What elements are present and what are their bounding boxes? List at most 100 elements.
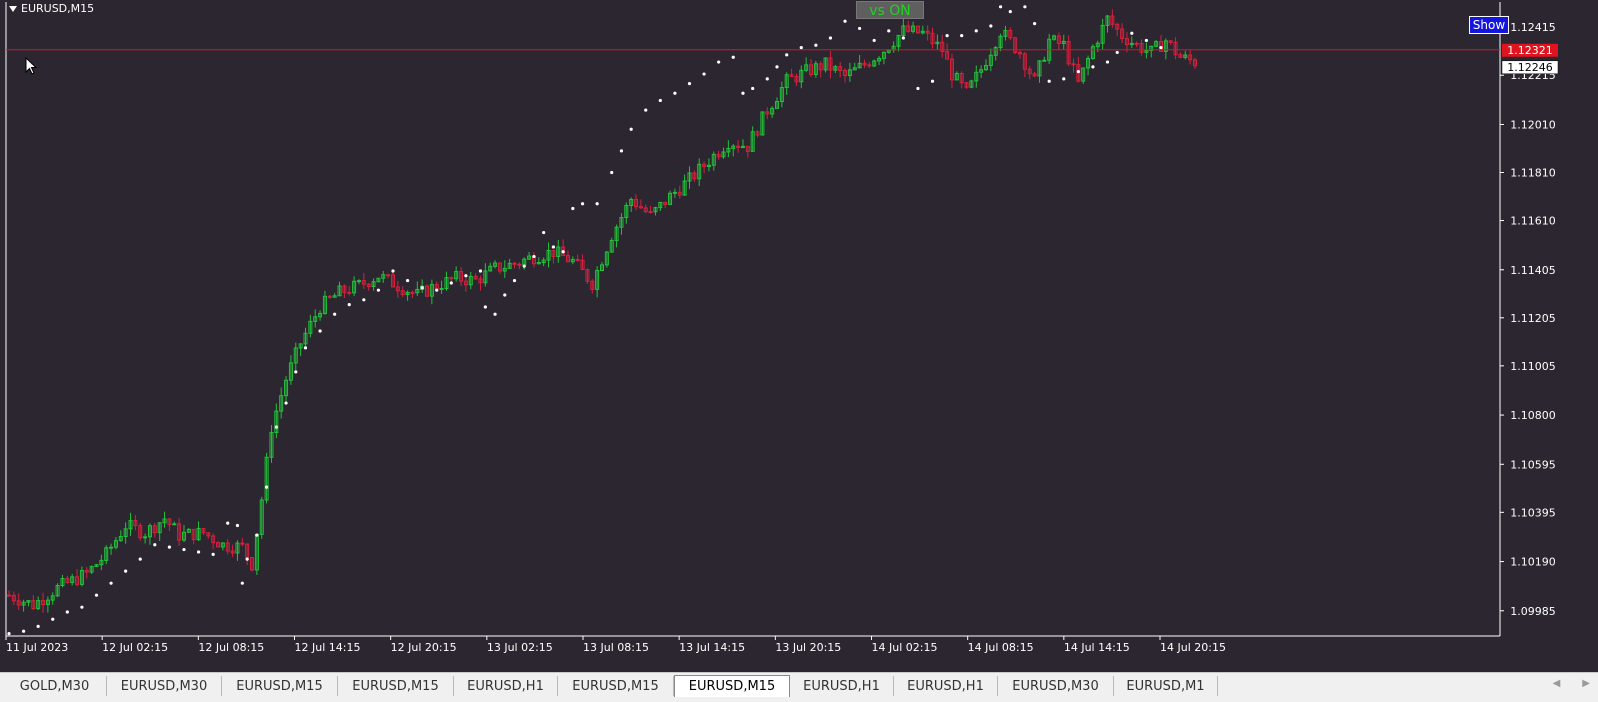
sar-dot bbox=[294, 370, 298, 374]
second-price-text: 1.12246 bbox=[1507, 61, 1553, 74]
sar-dot bbox=[673, 91, 677, 95]
sar-dot bbox=[7, 631, 11, 636]
price-chart[interactable]: 1.124151.122151.120101.118101.116101.114… bbox=[0, 0, 1598, 672]
sar-dot bbox=[512, 278, 517, 283]
sar-dot bbox=[741, 91, 745, 95]
candle-body bbox=[356, 280, 361, 283]
tab-eurusd-m1[interactable]: EURUSD,M1 bbox=[1114, 676, 1218, 696]
candle-body bbox=[347, 291, 352, 294]
y-tick-label: 1.10595 bbox=[1510, 458, 1556, 471]
candle-body bbox=[672, 191, 677, 194]
sar-dot bbox=[1008, 10, 1012, 14]
sar-dot bbox=[561, 250, 565, 254]
sar-dot bbox=[1130, 31, 1134, 35]
sar-dot bbox=[274, 425, 278, 429]
candle-body bbox=[575, 258, 580, 261]
tab-eurusd-m15[interactable]: EURUSD,M15 bbox=[222, 676, 338, 696]
y-tick-label: 1.12010 bbox=[1510, 118, 1556, 131]
sar-dot bbox=[644, 108, 648, 112]
x-tick-label: 13 Jul 20:15 bbox=[775, 641, 841, 654]
sar-dot bbox=[1159, 46, 1163, 50]
sar-dot bbox=[36, 624, 40, 628]
sar-dot bbox=[94, 593, 99, 597]
x-tick-label: 12 Jul 08:15 bbox=[198, 641, 264, 654]
y-tick-label: 1.10800 bbox=[1510, 409, 1556, 422]
sar-dot bbox=[702, 72, 706, 76]
sar-dot bbox=[226, 521, 230, 525]
sar-dot bbox=[235, 523, 240, 528]
sar-dot bbox=[775, 65, 779, 69]
sar-dot bbox=[196, 550, 201, 554]
tab-eurusd-m15[interactable]: EURUSD,M15 bbox=[338, 676, 454, 696]
y-tick-label: 1.11810 bbox=[1510, 167, 1556, 180]
sar-dot bbox=[1047, 79, 1051, 83]
sar-dot bbox=[930, 79, 935, 83]
x-tick-label: 14 Jul 08:15 bbox=[968, 641, 1034, 654]
tab-eurusd-h1[interactable]: EURUSD,H1 bbox=[790, 676, 894, 696]
vs-status-badge[interactable]: vs ON bbox=[856, 1, 924, 19]
candle-body bbox=[240, 542, 245, 545]
sar-dot bbox=[687, 82, 692, 86]
candle-body bbox=[439, 287, 444, 290]
sar-dot bbox=[449, 281, 453, 285]
sar-dot bbox=[658, 98, 662, 103]
tab-eurusd-m30[interactable]: EURUSD,M30 bbox=[107, 676, 222, 696]
tab-eurusd-m15[interactable]: EURUSD,M15 bbox=[558, 676, 674, 696]
candle-body bbox=[327, 295, 332, 298]
sar-dot bbox=[765, 77, 769, 81]
sar-dot bbox=[51, 617, 55, 621]
y-tick-label: 1.11205 bbox=[1510, 312, 1556, 325]
tab-scroll-right-icon[interactable]: ▶ bbox=[1582, 678, 1590, 689]
x-tick-label: 14 Jul 02:15 bbox=[872, 641, 938, 654]
sar-dot bbox=[362, 298, 366, 302]
sar-dot bbox=[483, 305, 487, 309]
chart-area[interactable]: 1.12415 1.12215 1.12010 1.11810 1.11610 1.114… bbox=[0, 0, 1598, 672]
tab-eurusd-h1[interactable]: EURUSD,H1 bbox=[454, 676, 558, 696]
sar-dot bbox=[478, 269, 483, 273]
sar-dot bbox=[21, 629, 26, 633]
tab-gold-m30[interactable]: GOLD,M30 bbox=[3, 676, 107, 696]
symbol-label[interactable]: EURUSD,M15 bbox=[9, 2, 94, 15]
sar-dot bbox=[901, 36, 905, 40]
sar-dot bbox=[571, 206, 575, 211]
chart-tabs-bar: GOLD,M30 EURUSD,M30 EURUSD,M15 EURUSD,M15 EU… bbox=[0, 672, 1598, 702]
candle-body bbox=[109, 546, 114, 549]
x-tick-label: 11 Jul 2023 bbox=[6, 641, 68, 654]
candle-body bbox=[517, 263, 522, 266]
candle-body bbox=[7, 594, 11, 597]
sar-dot bbox=[522, 264, 526, 268]
sar-dot bbox=[435, 288, 439, 292]
sar-dot bbox=[872, 38, 876, 43]
sar-dot bbox=[1144, 38, 1148, 43]
sar-dot bbox=[182, 547, 186, 552]
sar-dot bbox=[347, 302, 351, 307]
sar-dot bbox=[1091, 65, 1095, 69]
dropdown-triangle-icon[interactable] bbox=[9, 5, 17, 12]
tab-scroll-left-icon[interactable]: ◀ bbox=[1553, 678, 1561, 689]
sar-dot bbox=[843, 19, 847, 23]
tab-eurusd-h1[interactable]: EURUSD,H1 bbox=[894, 676, 998, 696]
sar-dot bbox=[211, 552, 215, 556]
x-tick-label: 14 Jul 14:15 bbox=[1064, 641, 1130, 654]
sar-dot bbox=[1062, 77, 1066, 81]
sar-dot bbox=[240, 581, 244, 585]
sar-dot bbox=[265, 485, 269, 489]
sar-dot bbox=[828, 36, 833, 40]
sar-dot bbox=[420, 286, 424, 290]
y-tick-label: 1.11005 bbox=[1510, 360, 1556, 373]
sar-dot bbox=[916, 86, 920, 91]
sar-dot bbox=[595, 202, 599, 206]
tab-eurusd-m30[interactable]: EURUSD,M30 bbox=[998, 676, 1114, 696]
candle-body bbox=[648, 211, 653, 214]
sar-dot bbox=[551, 245, 555, 249]
sar-dot bbox=[333, 312, 337, 316]
sar-dot bbox=[814, 43, 818, 47]
y-tick-label: 1.09985 bbox=[1510, 605, 1556, 618]
sar-dot bbox=[284, 401, 288, 405]
current-price-text: 1.12321 bbox=[1507, 44, 1553, 57]
sar-dot bbox=[887, 29, 891, 33]
show-button[interactable]: Show bbox=[1469, 16, 1509, 34]
tab-eurusd-m15[interactable]: EURUSD,M15 bbox=[674, 675, 790, 697]
sar-dot bbox=[945, 34, 949, 38]
candle-body bbox=[1134, 42, 1139, 45]
